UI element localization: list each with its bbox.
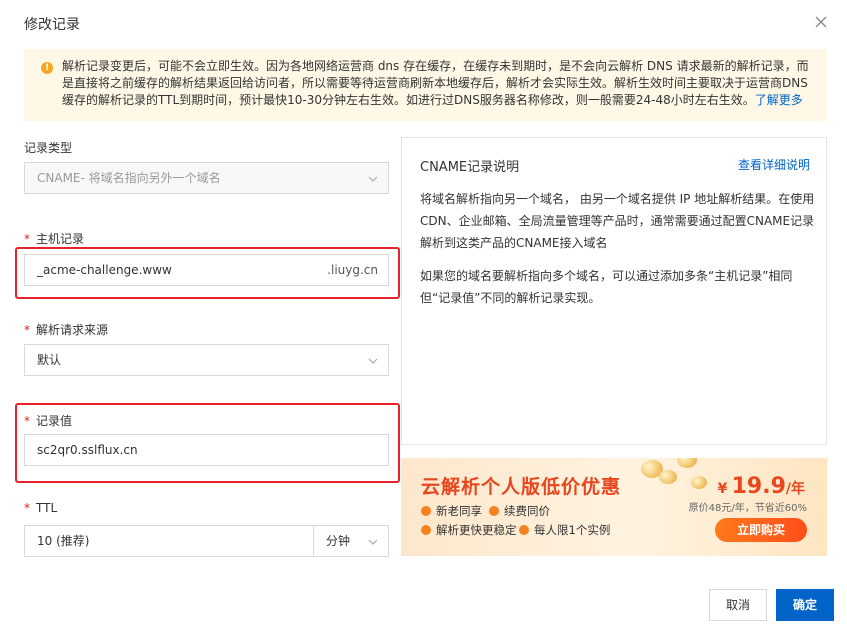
check-icon	[421, 525, 431, 535]
ttl-label: * TTL	[24, 501, 58, 515]
view-details-link[interactable]: 查看详细说明	[738, 156, 810, 173]
required-mark: *	[24, 414, 30, 428]
coin-decoration	[677, 458, 697, 468]
cname-info-panel: CNAME记录说明 查看详细说明 将域名解析指向另一个域名， 由另一个域名提供 …	[401, 137, 827, 445]
required-mark: *	[24, 232, 30, 246]
check-icon	[489, 506, 499, 516]
edit-record-dialog: 修改记录 ! 解析记录变更后，可能不会立即生效。因为各地网络运营商 dns 存在…	[0, 0, 847, 629]
coin-decoration	[659, 470, 677, 484]
learn-more-link[interactable]: 了解更多	[755, 93, 803, 107]
chevron-down-icon	[368, 539, 378, 545]
notice-text: 解析记录变更后，可能不会立即生效。因为各地网络运营商 dns 存在缓存，在缓存未…	[62, 59, 809, 107]
promo-title: 云解析个人版低价优惠	[421, 476, 622, 498]
record-value-text: sc2qr0.sslflux.cn	[37, 443, 138, 457]
record-type-select[interactable]: CNAME- 将域名指向另外一个域名	[24, 162, 389, 194]
propagation-notice: ! 解析记录变更后，可能不会立即生效。因为各地网络运营商 dns 存在缓存，在缓…	[24, 49, 827, 121]
info-paragraph-2: 如果您的域名要解析指向多个域名，可以通过添加多条“主机记录”相同但“记录值”不同…	[420, 269, 793, 305]
warning-icon: !	[41, 62, 53, 74]
ttl-value: 10 (推荐)	[37, 534, 90, 548]
ttl-unit-value: 分钟	[326, 534, 351, 548]
promo-original-price: 原价48元/年，节省近60%	[688, 503, 807, 514]
source-value: 默认	[37, 353, 62, 367]
ttl-input[interactable]: 10 (推荐)	[24, 525, 314, 557]
host-value: _acme-challenge.www	[37, 263, 172, 277]
chevron-down-icon	[368, 176, 378, 182]
close-icon[interactable]	[813, 14, 829, 30]
record-value-label: * 记录值	[24, 414, 73, 428]
info-title: CNAME记录说明	[420, 160, 520, 175]
check-icon	[421, 506, 431, 516]
cancel-button[interactable]: 取消	[709, 589, 767, 621]
domain-suffix: .liuyg.cn	[327, 263, 378, 277]
host-input[interactable]: _acme-challenge.www .liuyg.cn	[24, 254, 389, 286]
promo-feature: 解析更快更稳定	[421, 522, 517, 538]
confirm-button[interactable]: 确定	[776, 589, 834, 621]
host-label: * 主机记录	[24, 232, 85, 246]
record-value-input[interactable]: sc2qr0.sslflux.cn	[24, 434, 389, 466]
required-mark: *	[24, 323, 30, 337]
source-label: * 解析请求来源	[24, 323, 109, 337]
source-select[interactable]: 默认	[24, 344, 389, 376]
required-mark: *	[24, 501, 30, 515]
ttl-unit-select[interactable]: 分钟	[313, 525, 389, 557]
promo-feature: 每人限1个实例	[519, 522, 610, 538]
dialog-title: 修改记录	[24, 17, 80, 33]
info-paragraph-1: 将域名解析指向另一个域名， 由另一个域名提供 IP 地址解析结果。在使用CDN、…	[420, 192, 815, 250]
record-type-label: 记录类型	[24, 141, 73, 155]
check-icon	[519, 525, 529, 535]
record-type-value: CNAME- 将域名指向另外一个域名	[37, 171, 221, 185]
promo-banner[interactable]: 云解析个人版低价优惠 新老同享 续费同价 解析更快更稳定 每人限1个实例 ¥ 1…	[401, 458, 827, 556]
coin-decoration	[691, 476, 707, 489]
promo-price: ¥ 19.9/年	[717, 474, 805, 499]
buy-now-button[interactable]: 立即购买	[715, 518, 807, 542]
promo-feature: 新老同享	[421, 503, 482, 519]
promo-feature: 续费同价	[489, 503, 550, 519]
chevron-down-icon	[368, 358, 378, 364]
